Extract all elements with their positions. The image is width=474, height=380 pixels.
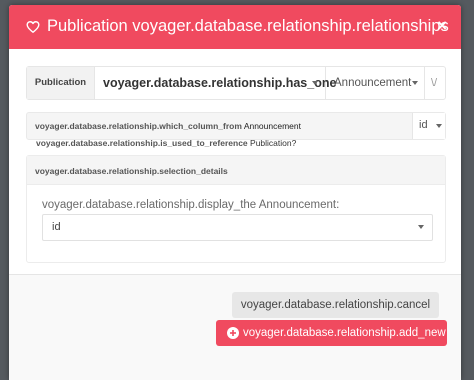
column-from-value: id <box>419 119 428 131</box>
relationship-table-label: Publication <box>27 67 95 99</box>
modal-body: Publication voyager.database.relationshi… <box>9 49 461 274</box>
display-field-select[interactable]: id <box>42 214 433 241</box>
cancel-button[interactable]: voyager.database.relationship.cancel <box>232 292 439 318</box>
selection-details-heading: voyager.database.relationship.selection_… <box>35 166 228 176</box>
column-from-select[interactable]: id <box>412 113 445 139</box>
used-to-reference-text: voyager.database.relationship.is_used_to… <box>36 138 296 148</box>
relationship-type-value: voyager.database.relationship.has_one <box>103 76 337 90</box>
add-new-label: voyager.database.relationship.add_new <box>243 327 446 339</box>
selection-details-header: voyager.database.relationship.selection_… <box>27 156 445 185</box>
add-new-button[interactable]: voyager.database.relationship.add_new <box>216 320 447 346</box>
modal-footer: voyager.database.relationship.cancel voy… <box>9 274 461 380</box>
display-field-value: id <box>52 221 61 233</box>
chevron-down-icon <box>418 225 424 229</box>
relationship-model-select[interactable]: Announcement <box>326 67 425 99</box>
relationship-model-value: Announcement <box>334 77 412 89</box>
chevron-down-icon <box>436 124 442 128</box>
heart-icon <box>26 21 40 33</box>
chevron-down-icon <box>312 81 318 85</box>
relationship-extra-select[interactable]: \/ <box>425 67 445 99</box>
modal-title: Publication voyager.database.relationshi… <box>47 17 449 35</box>
selection-details-panel: voyager.database.relationship.selection_… <box>26 155 446 263</box>
display-field-label: voyager.database.relationship.display_th… <box>42 199 340 211</box>
relationship-row: Publication voyager.database.relationshi… <box>26 66 446 100</box>
column-from-model: Announcement <box>243 121 301 131</box>
chevron-down-icon <box>412 81 418 85</box>
close-icon[interactable]: × <box>437 16 447 36</box>
modal-header: Publication voyager.database.relationshi… <box>9 5 461 49</box>
column-from-prefix: voyager.database.relationship.which_colu… <box>35 121 242 131</box>
relationship-modal: Publication voyager.database.relationshi… <box>9 5 461 380</box>
relationship-type-select[interactable]: voyager.database.relationship.has_one <box>95 67 336 99</box>
column-from-text: voyager.database.relationship.which_colu… <box>35 121 301 131</box>
plus-circle-icon <box>227 327 239 339</box>
used-to-reference-model: Publication? <box>250 138 297 148</box>
column-from-row: voyager.database.relationship.which_colu… <box>26 112 446 140</box>
relationship-extra-value: \/ <box>431 77 438 89</box>
used-to-reference-prefix: voyager.database.relationship.is_used_to… <box>36 138 248 148</box>
